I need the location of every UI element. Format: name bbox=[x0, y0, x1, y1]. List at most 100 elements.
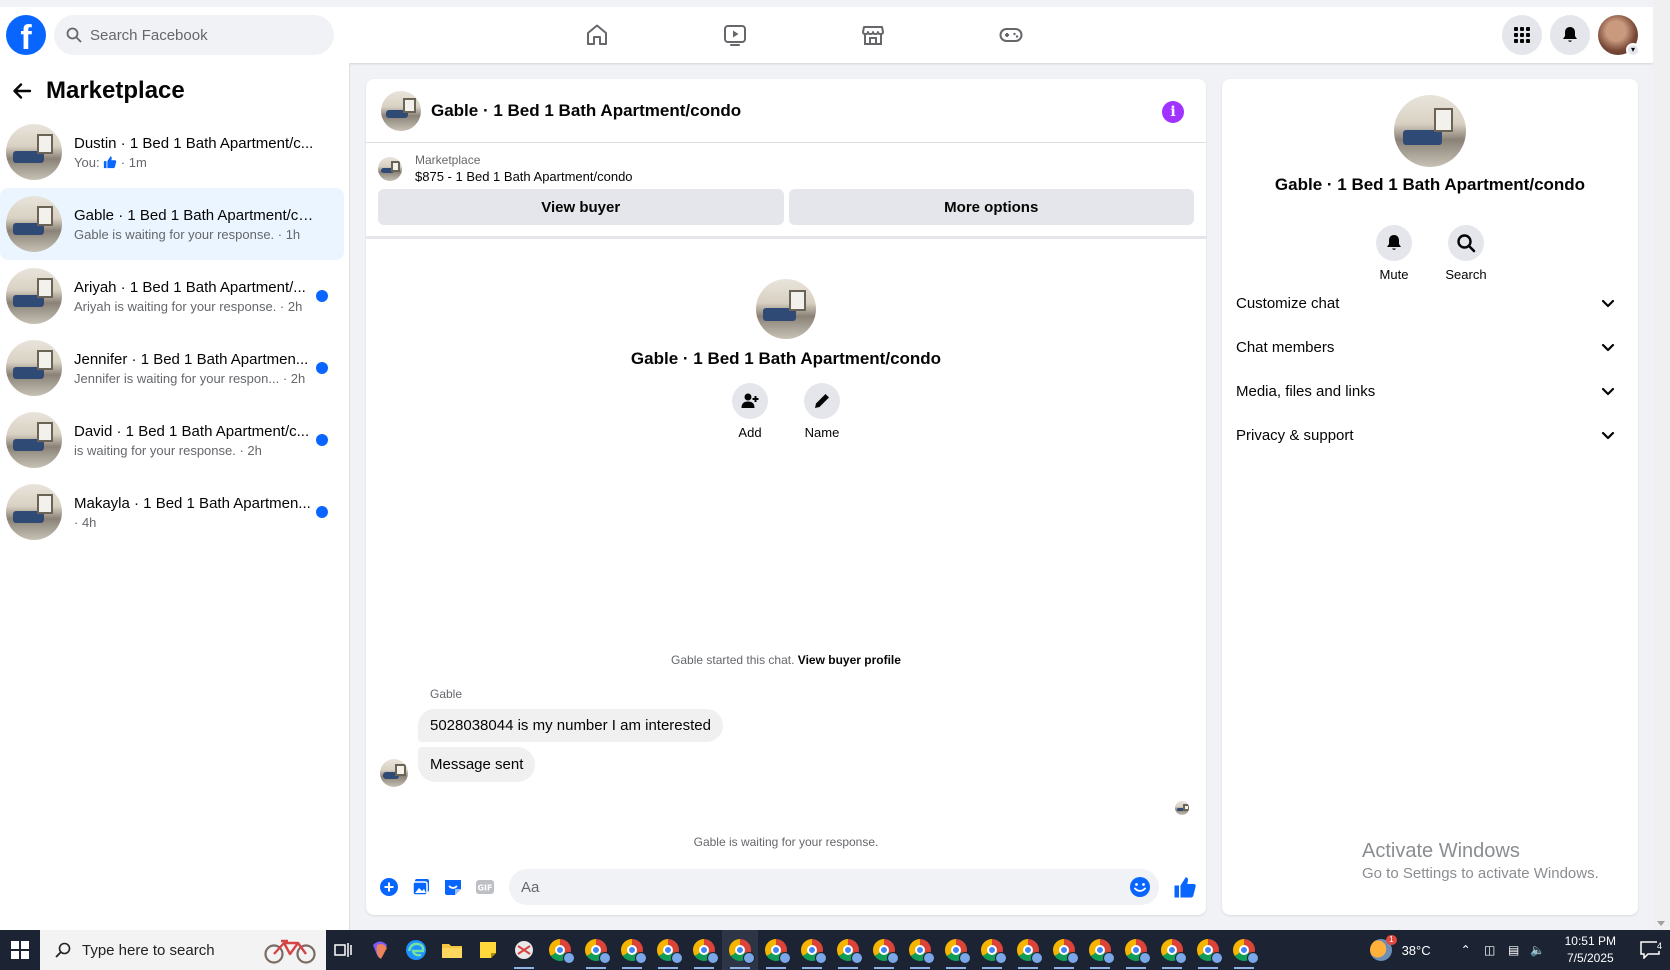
conversation-item[interactable]: Dustin · 1 Bed 1 Bath Apartment/c... You… bbox=[0, 116, 344, 188]
listing-thumbnail bbox=[6, 196, 62, 252]
message-input-box[interactable] bbox=[509, 869, 1159, 905]
privacy-support-section[interactable]: Privacy & support bbox=[1236, 415, 1628, 455]
chat-members-section[interactable]: Chat members bbox=[1236, 327, 1628, 367]
pencil-icon bbox=[815, 394, 829, 408]
name-chat-button[interactable]: Name bbox=[804, 383, 840, 440]
info-icon[interactable]: i bbox=[1162, 101, 1184, 123]
section-label: Privacy & support bbox=[1236, 426, 1354, 444]
action-center-button[interactable]: 4 bbox=[1630, 941, 1670, 959]
network-icon[interactable]: ▤ bbox=[1503, 943, 1525, 957]
mute-button[interactable]: Mute bbox=[1376, 225, 1412, 282]
sticky-notes-icon bbox=[480, 942, 496, 958]
message-bubble[interactable]: 5028038044 is my number I am interested bbox=[418, 709, 723, 742]
unread-dot bbox=[316, 362, 328, 374]
send-like-button[interactable] bbox=[1171, 873, 1199, 901]
chat-thumbnail[interactable] bbox=[381, 90, 421, 131]
gif-button[interactable]: GIF bbox=[469, 871, 501, 903]
weather-widget[interactable]: 1 38°C bbox=[1369, 935, 1431, 961]
activate-windows-watermark: Activate Windows Go to Settings to activ… bbox=[1362, 840, 1599, 882]
copilot-icon bbox=[373, 941, 387, 959]
conversation-name: Gable · 1 Bed 1 Bath Apartment/co... bbox=[74, 206, 316, 224]
edge-button[interactable] bbox=[398, 930, 434, 970]
conversation-item[interactable]: Ariyah · 1 Bed 1 Bath Apartment/... Ariy… bbox=[0, 260, 344, 332]
back-button[interactable] bbox=[8, 77, 36, 105]
usb-icon[interactable]: ◫ bbox=[1479, 943, 1501, 957]
view-buyer-button[interactable]: View buyer bbox=[378, 189, 784, 225]
notifications-button[interactable] bbox=[1550, 15, 1590, 55]
gaming-tab[interactable] bbox=[991, 15, 1031, 55]
chrome-window-button[interactable] bbox=[758, 930, 794, 970]
chrome-window-button[interactable] bbox=[614, 930, 650, 970]
sticky-notes-button[interactable] bbox=[470, 930, 506, 970]
video-tab[interactable] bbox=[715, 15, 755, 55]
facebook-logo[interactable]: f bbox=[6, 15, 46, 55]
listing-thumbnail[interactable] bbox=[378, 156, 402, 181]
file-explorer-button[interactable] bbox=[434, 930, 470, 970]
search-input[interactable] bbox=[90, 26, 310, 44]
chrome-window-button[interactable] bbox=[974, 930, 1010, 970]
sticker-button[interactable] bbox=[437, 871, 469, 903]
system-clock[interactable]: 10:51 PM 7/5/2025 bbox=[1565, 933, 1616, 967]
chrome-window-button[interactable] bbox=[1154, 930, 1190, 970]
chrome-window-button[interactable] bbox=[902, 930, 938, 970]
search-in-chat-button[interactable]: Search bbox=[1445, 225, 1487, 282]
chat-title[interactable]: Gable · 1 Bed 1 Bath Apartment/condo bbox=[431, 101, 741, 121]
home-tab[interactable] bbox=[577, 15, 617, 55]
snipping-tool-button[interactable] bbox=[506, 930, 542, 970]
chrome-window-button[interactable] bbox=[650, 930, 686, 970]
chevron-down-icon bbox=[1601, 299, 1615, 308]
message-bubble[interactable]: Message sent bbox=[418, 747, 536, 782]
chrome-window-button[interactable] bbox=[542, 930, 578, 970]
conversation-item[interactable]: David · 1 Bed 1 Bath Apartment/c... is w… bbox=[0, 404, 344, 476]
chrome-window-button[interactable] bbox=[1046, 930, 1082, 970]
temperature: 38°C bbox=[1401, 942, 1431, 958]
taskbar-search-input[interactable] bbox=[82, 941, 242, 959]
chrome-window-button[interactable] bbox=[794, 930, 830, 970]
chrome-window-button[interactable] bbox=[1118, 930, 1154, 970]
more-options-button[interactable]: More options bbox=[788, 189, 1194, 225]
add-people-button[interactable]: Add bbox=[732, 383, 768, 440]
taskbar-search[interactable] bbox=[40, 930, 326, 970]
chrome-window-button[interactable] bbox=[1082, 930, 1118, 970]
volume-icon[interactable]: 🔈 bbox=[1527, 943, 1549, 957]
chat-panel: Gable · 1 Bed 1 Bath Apartment/condo i M… bbox=[366, 79, 1206, 915]
attach-photo-button[interactable] bbox=[405, 871, 437, 903]
chevron-up-icon[interactable]: ⌃ bbox=[1455, 943, 1477, 957]
chrome-window-button[interactable] bbox=[686, 930, 722, 970]
account-avatar[interactable]: ▾ bbox=[1598, 15, 1640, 57]
chrome-icon bbox=[981, 939, 1007, 964]
conversation-item[interactable]: Makayla · 1 Bed 1 Bath Apartmen... · 4h bbox=[0, 476, 344, 548]
chrome-window-button[interactable] bbox=[938, 930, 974, 970]
start-button[interactable] bbox=[0, 930, 40, 970]
listing-price-title[interactable]: $875 - 1 Bed 1 Bath Apartment/condo bbox=[415, 169, 633, 184]
customize-chat-section[interactable]: Customize chat bbox=[1236, 283, 1628, 323]
menu-button[interactable] bbox=[1502, 15, 1542, 55]
emoji-icon[interactable] bbox=[1129, 876, 1151, 898]
chrome-window-button[interactable] bbox=[1010, 930, 1046, 970]
conversation-item[interactable]: Jennifer · 1 Bed 1 Bath Apartmen... Jenn… bbox=[0, 332, 344, 404]
task-view-button[interactable] bbox=[326, 930, 362, 970]
video-icon bbox=[724, 25, 746, 46]
chrome-window-button[interactable] bbox=[578, 930, 614, 970]
scroll-down-arrow[interactable] bbox=[1657, 921, 1665, 926]
chat-avatar-large bbox=[1394, 95, 1466, 167]
message-input[interactable] bbox=[521, 878, 1101, 896]
sender-avatar[interactable] bbox=[380, 759, 408, 787]
more-actions-button[interactable] bbox=[373, 871, 405, 903]
marketplace-tab[interactable] bbox=[853, 15, 893, 55]
search-icon bbox=[1457, 234, 1476, 253]
facebook-search[interactable] bbox=[54, 15, 334, 55]
copilot-button[interactable] bbox=[362, 930, 398, 970]
chrome-window-button[interactable] bbox=[866, 930, 902, 970]
chrome-icon bbox=[585, 939, 611, 964]
chrome-window-button[interactable] bbox=[1190, 930, 1226, 970]
conversation-item-active[interactable]: Gable · 1 Bed 1 Bath Apartment/co... Gab… bbox=[0, 188, 344, 260]
conversation-preview: You: · 1m bbox=[74, 154, 147, 170]
chrome-window-button[interactable] bbox=[830, 930, 866, 970]
page-scrollbar[interactable] bbox=[1653, 0, 1670, 930]
chrome-window-button[interactable] bbox=[1226, 930, 1262, 970]
bell-icon bbox=[1563, 27, 1577, 42]
chrome-window-button[interactable] bbox=[722, 930, 758, 970]
view-buyer-profile-link[interactable]: View buyer profile bbox=[798, 653, 901, 667]
media-files-links-section[interactable]: Media, files and links bbox=[1236, 371, 1628, 411]
